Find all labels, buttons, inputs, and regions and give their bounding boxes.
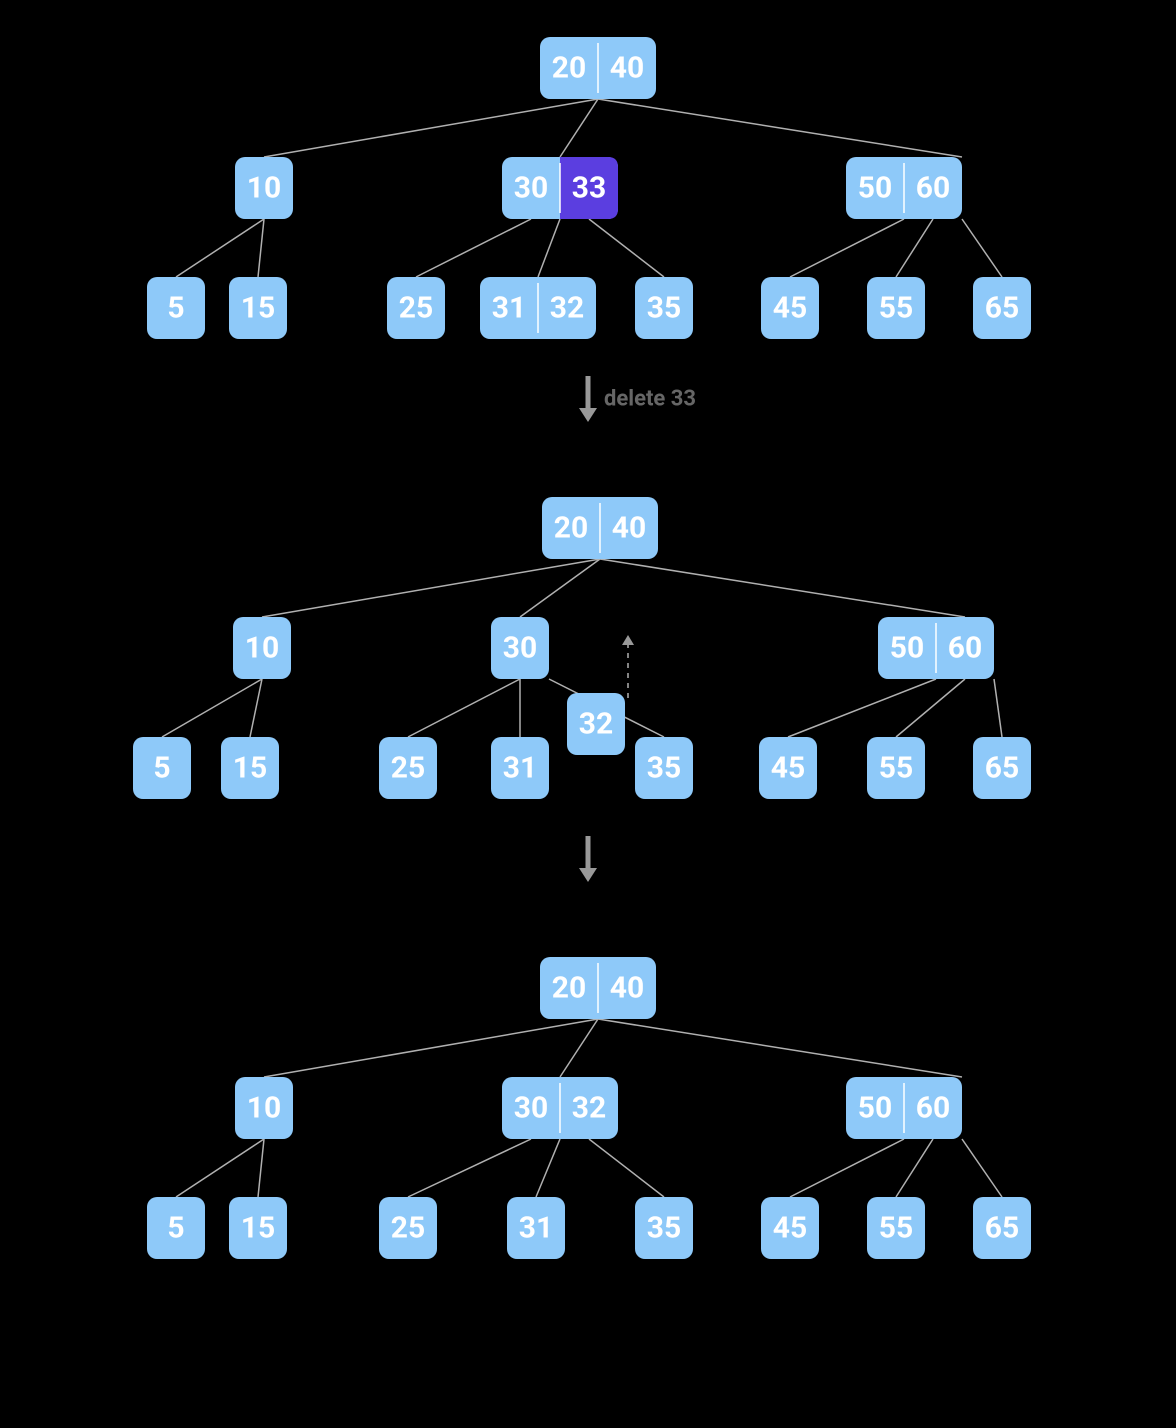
tree-edge (598, 99, 962, 157)
internal-node-key: 33 (572, 171, 606, 206)
tree-edge (162, 679, 262, 737)
leaf-node-key: 32 (550, 291, 584, 326)
tree-edge (962, 1139, 1002, 1197)
leaf-node-key: 55 (879, 291, 913, 326)
promote-arrow-icon (622, 635, 634, 645)
leaf-node-key: 35 (647, 291, 681, 326)
tree-edge (176, 219, 264, 277)
leaf-node-key: 45 (771, 751, 805, 786)
leaf-node-key: 31 (503, 751, 537, 786)
tree-edge (258, 219, 264, 277)
leaf-node-key: 15 (241, 1211, 275, 1246)
leaf-node-key: 25 (391, 751, 425, 786)
tree-edge (408, 1139, 531, 1197)
tree-edge (896, 219, 933, 277)
tree-edge (416, 219, 531, 277)
tree-edge (250, 679, 262, 737)
floating-key-node-key: 32 (579, 707, 613, 742)
internal-node-key: 60 (916, 171, 950, 206)
tree-edge (520, 559, 600, 617)
leaf-node-key: 45 (773, 1211, 807, 1246)
leaf-node-key: 35 (647, 1211, 681, 1246)
leaf-node-key: 15 (241, 291, 275, 326)
internal-node-key: 50 (858, 171, 892, 206)
tree-edge (962, 219, 1002, 277)
tree-edge (560, 99, 598, 157)
tree-edge (788, 679, 936, 737)
root-node-key: 20 (552, 971, 586, 1006)
tree-edge (790, 219, 904, 277)
leaf-node-key: 25 (399, 291, 433, 326)
leaf-node-key: 65 (985, 291, 1019, 326)
tree-edge (258, 1139, 264, 1197)
leaf-node-key: 25 (391, 1211, 425, 1246)
tree-step-1: 20 40 10 30 33 50 60 5 15 25 31 32 35 45 55 65 (147, 37, 1031, 339)
tree-step-2: 20 40 10 30 50 60 5 15 25 31 35 45 55 65 32 (133, 497, 1031, 799)
leaf-node-key: 5 (167, 291, 184, 326)
internal-node-key: 30 (514, 1091, 548, 1126)
internal-node-key: 60 (916, 1091, 950, 1126)
btree-delete-diagram: 2040103033506051525313235455565204010305… (0, 0, 1176, 1428)
leaf-node-key: 31 (492, 291, 526, 326)
root-node-key: 20 (552, 51, 586, 86)
root-node-key: 20 (554, 511, 588, 546)
internal-node-key: 10 (247, 1091, 281, 1126)
tree-edge (560, 1019, 598, 1077)
tree-edge (589, 219, 664, 277)
leaf-node-key: 5 (153, 751, 170, 786)
root-node-key: 40 (610, 51, 644, 86)
tree-edge (538, 219, 560, 277)
tree-edge (536, 1139, 560, 1197)
internal-node-key: 30 (503, 631, 537, 666)
internal-node-key: 32 (572, 1091, 606, 1126)
leaf-node-key: 55 (879, 1211, 913, 1246)
tree-edge (264, 99, 598, 157)
tree-step-3: 20 40 10 30 32 50 60 5 15 25 31 35 45 55 65 (147, 957, 1031, 1259)
leaf-node-key: 55 (879, 751, 913, 786)
leaf-node-key: 35 (647, 751, 681, 786)
tree-edge (264, 1019, 598, 1077)
tree-edge (600, 559, 965, 617)
internal-node-key: 50 (858, 1091, 892, 1126)
arrow-down-icon (579, 868, 597, 882)
leaf-node-key: 15 (233, 751, 267, 786)
arrow-down-icon (579, 408, 597, 422)
tree-edge (589, 1139, 664, 1197)
internal-node-key: 60 (948, 631, 982, 666)
leaf-node-key: 31 (519, 1211, 553, 1246)
root-node-key: 40 (612, 511, 646, 546)
operation-label: delete 33 (604, 387, 696, 412)
tree-edge (408, 679, 520, 737)
tree-edge (262, 559, 600, 617)
internal-node-key: 10 (247, 171, 281, 206)
internal-node-key: 10 (245, 631, 279, 666)
leaf-node-key: 45 (773, 291, 807, 326)
leaf-node-key: 65 (985, 751, 1019, 786)
tree-edge (176, 1139, 264, 1197)
tree-edge (896, 1139, 933, 1197)
leaf-node-key: 5 (167, 1211, 184, 1246)
internal-node-key: 30 (514, 171, 548, 206)
leaf-node-key: 65 (985, 1211, 1019, 1246)
tree-edge (896, 679, 965, 737)
tree-edge (790, 1139, 904, 1197)
tree-edge (994, 679, 1002, 737)
root-node-key: 40 (610, 971, 644, 1006)
tree-edge (598, 1019, 962, 1077)
internal-node-key: 50 (890, 631, 924, 666)
